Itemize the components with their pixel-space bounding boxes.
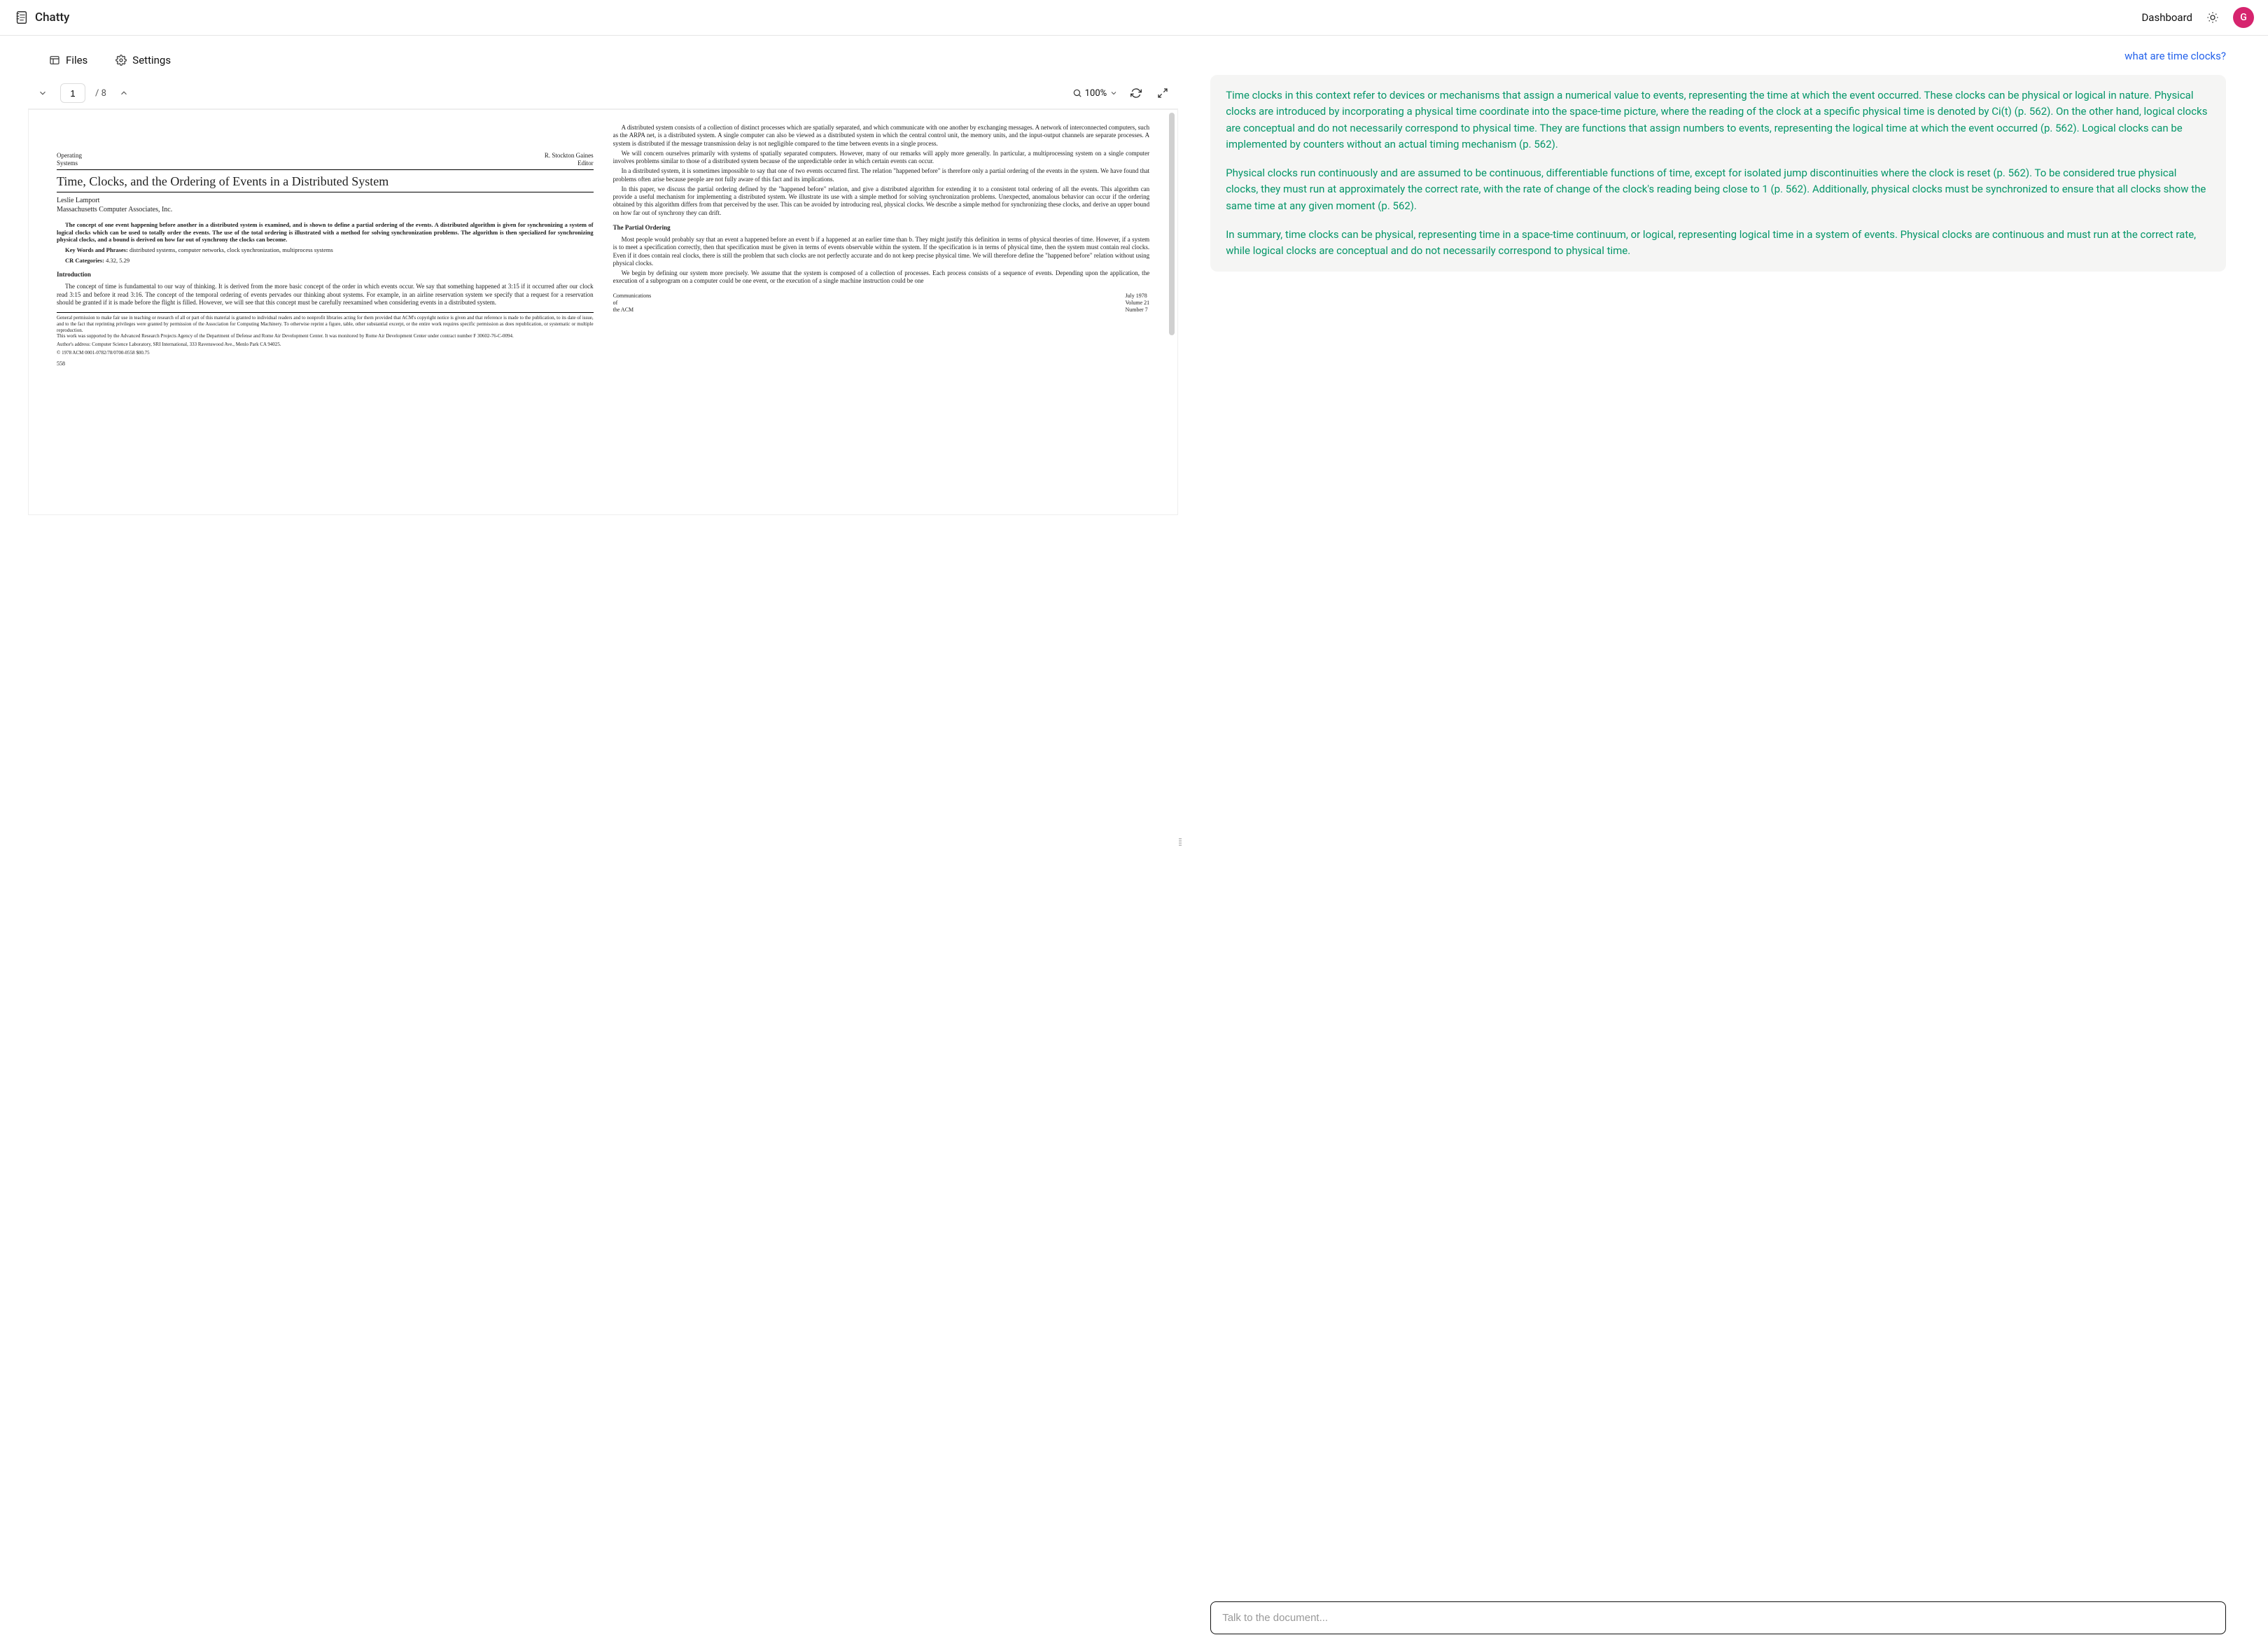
page-footer: Communications of the ACM July 1978 Volu… [613, 293, 1150, 314]
next-page-button[interactable] [116, 85, 132, 101]
paper-keywords: Key Words and Phrases: distributed syste… [57, 246, 594, 254]
search-icon [1072, 88, 1082, 98]
chevron-down-icon [1110, 89, 1118, 97]
right-pane: what are time clocks? Time clocks in thi… [1182, 36, 2240, 1648]
app-logo-icon [14, 10, 29, 25]
sun-icon [2206, 11, 2219, 24]
pdf-left-column: Operating Systems R. Stockton Gaines Edi… [57, 124, 594, 367]
paper-title: Time, Clocks, and the Ordering of Events… [57, 174, 594, 193]
footnote-permission: General permission to make fair use in t… [57, 312, 594, 333]
fullscreen-button[interactable] [1154, 85, 1171, 101]
dashboard-link[interactable]: Dashboard [2141, 11, 2192, 24]
paper-abstract: The concept of one event happening befor… [57, 221, 594, 244]
refresh-button[interactable] [1128, 85, 1144, 101]
pdf-toolbar: / 8 100% [28, 78, 1178, 109]
tab-settings[interactable]: Settings [115, 50, 171, 71]
tab-files[interactable]: Files [49, 50, 88, 71]
header-right: Dashboard G [2141, 7, 2254, 28]
header-left: Chatty [14, 10, 69, 25]
tab-settings-label: Settings [132, 54, 171, 66]
user-message: what are time clocks? [1210, 50, 2226, 62]
app-header: Chatty Dashboard G [0, 0, 2268, 36]
assistant-paragraph: Physical clocks run continuously and are… [1226, 165, 2211, 214]
page-number-input[interactable] [60, 83, 85, 103]
chevron-down-icon [38, 88, 48, 98]
assistant-paragraph: In summary, time clocks can be physical,… [1226, 227, 2211, 260]
body-paragraph: In a distributed system, it is sometimes… [613, 167, 1150, 183]
page-total-label: / 8 [95, 88, 106, 99]
toolbar-left: / 8 [35, 83, 132, 103]
section-heading: The Partial Ordering [613, 224, 1150, 232]
refresh-icon [1130, 87, 1142, 99]
scrollbar-thumb[interactable] [1169, 113, 1175, 335]
pdf-viewport[interactable]: Operating Systems R. Stockton Gaines Edi… [28, 109, 1178, 515]
footer-journal: Communications of the ACM [613, 293, 652, 314]
paper-affiliation: Massachusetts Computer Associates, Inc. [57, 206, 594, 215]
paper-cr-categories: CR Categories: 4.32, 5.29 [57, 257, 594, 265]
toolbar-right: 100% [1072, 85, 1171, 101]
assistant-paragraph: Time clocks in this context refer to dev… [1226, 87, 2211, 153]
expand-icon [1157, 87, 1168, 99]
theme-toggle-button[interactable] [2204, 8, 2222, 27]
chat-container: what are time clocks? Time clocks in thi… [1210, 50, 2226, 272]
pdf-right-column: A distributed system consists of a colle… [613, 124, 1150, 367]
chevron-up-icon [119, 88, 129, 98]
body-paragraph: A distributed system consists of a colle… [613, 124, 1150, 148]
footer-issue: July 1978 Volume 21 Number 7 [1125, 293, 1149, 314]
zoom-control[interactable]: 100% [1072, 88, 1118, 99]
tab-bar: Files Settings [28, 36, 1178, 78]
avatar-initial: G [2240, 12, 2247, 23]
app-body: Files Settings / 8 [0, 36, 2268, 1648]
body-paragraph: Most people would probably say that an e… [613, 236, 1150, 267]
footnote-funding: This work was supported by the Advanced … [57, 333, 594, 339]
user-avatar[interactable]: G [2233, 7, 2254, 28]
chat-input-row [1210, 1580, 2226, 1634]
doc-section: Operating Systems [57, 152, 82, 168]
footnote-address: Author's address: Computer Science Labor… [57, 342, 594, 348]
zoom-label: 100% [1085, 88, 1107, 99]
intro-paragraph: The concept of time is fundamental to ou… [57, 283, 594, 307]
assistant-message: Time clocks in this context refer to dev… [1210, 75, 2226, 272]
sidebar-icon [49, 55, 60, 66]
tab-files-label: Files [66, 54, 88, 66]
app-title: Chatty [35, 10, 69, 24]
body-paragraph: In this paper, we discuss the partial or… [613, 185, 1150, 217]
body-paragraph: We will concern ourselves primarily with… [613, 150, 1150, 166]
pdf-page: Operating Systems R. Stockton Gaines Edi… [29, 110, 1177, 381]
body-paragraph: We begin by defining our system more pre… [613, 269, 1150, 286]
intro-heading: Introduction [57, 271, 594, 279]
gear-icon [115, 55, 127, 66]
footnote-copyright: © 1978 ACM 0001-0782/78/0700-0558 $00.75 [57, 350, 594, 356]
prev-page-button[interactable] [35, 85, 50, 101]
left-pane: Files Settings / 8 [28, 36, 1178, 1648]
doc-editor: R. Stockton Gaines Editor [545, 152, 594, 168]
page-number: 558 [57, 360, 594, 367]
paper-author: Leslie Lamport [57, 197, 594, 206]
chat-input[interactable] [1210, 1601, 2226, 1634]
grip-icon [1179, 836, 1182, 848]
